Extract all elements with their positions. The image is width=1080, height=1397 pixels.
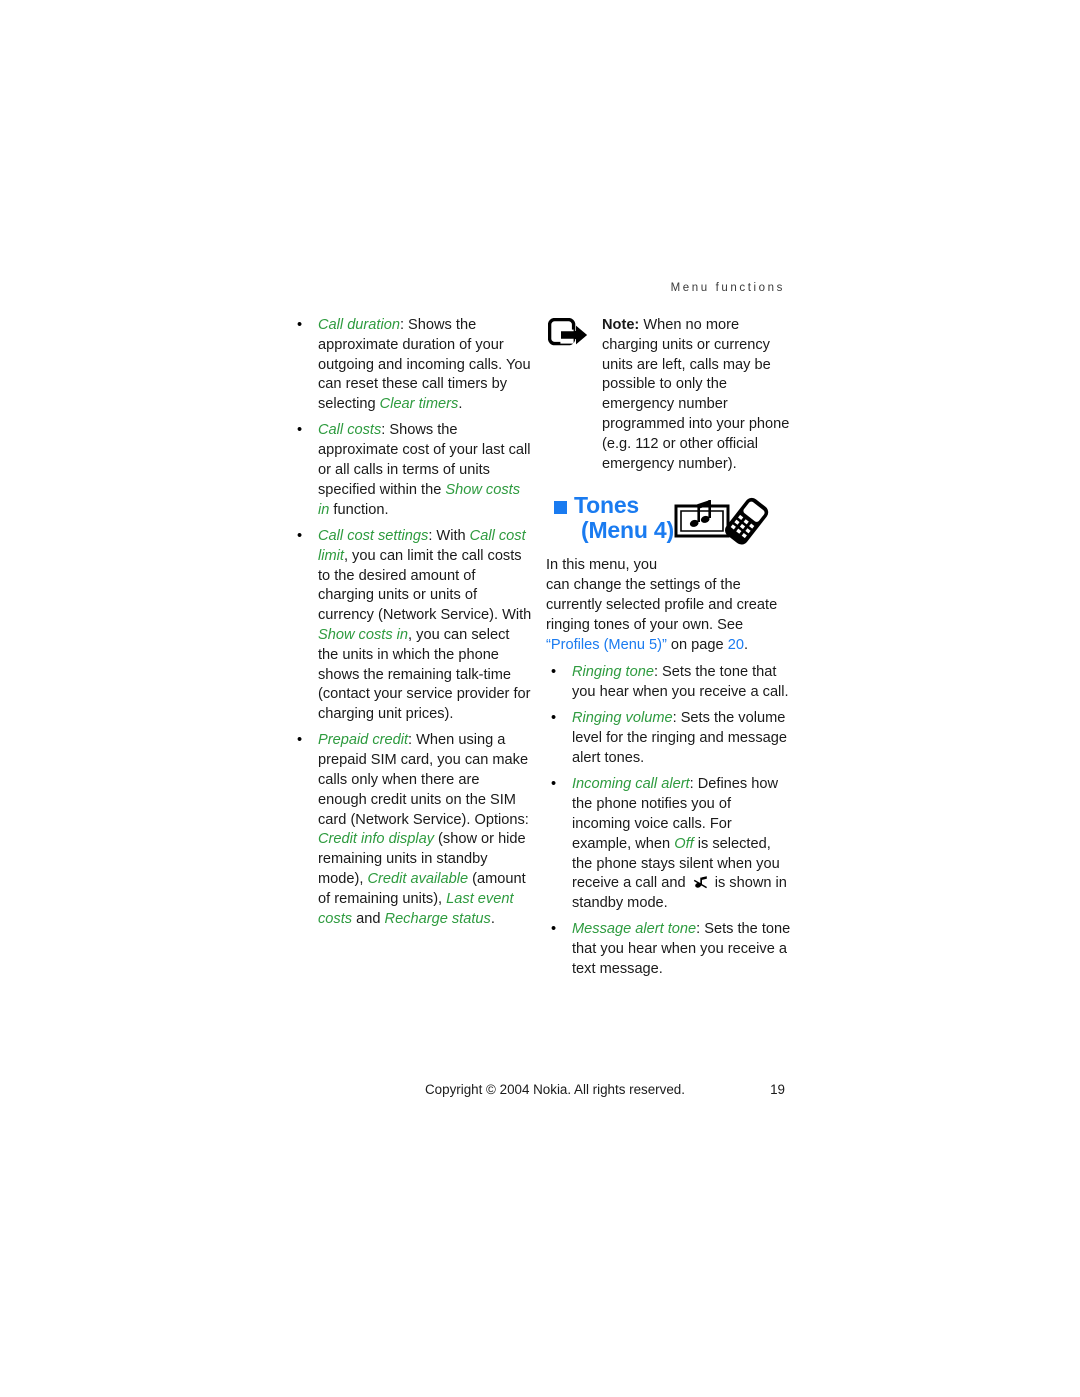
list-item-text: Call costs: Shows the approximate cost o…: [318, 422, 531, 517]
chapter-intro: In this menu, you can change the settings…: [546, 556, 791, 655]
cross-reference-link[interactable]: “Profiles (Menu 5)”: [546, 637, 667, 653]
manual-page: Menu functions • Call duration: Shows the…: [0, 0, 1080, 1397]
ui-term: Ringing tone: [572, 664, 654, 681]
body-text: .: [458, 396, 463, 413]
chapter-intro-rest: can change the settings of the currently…: [546, 577, 777, 652]
right-column: Note: When no more charging units or cur…: [546, 316, 791, 986]
list-item: • Prepaid credit: When using a prepaid SI…: [292, 731, 532, 929]
copyright-text: Copyright © 2004 Nokia. All rights reser…: [425, 1082, 685, 1097]
list-item-text: Incoming call alert: Defines how the pho…: [572, 776, 787, 911]
list-item-text: Ringing tone: Sets the tone that you hea…: [572, 664, 789, 700]
ui-term: Call duration: [318, 317, 400, 333]
chapter-bullet-square: [554, 501, 567, 515]
ui-term: Prepaid credit: [318, 732, 409, 749]
body-text: : With: [428, 527, 470, 544]
cross-reference-link[interactable]: 20: [728, 637, 744, 653]
list-item-text: Ringing volume: Sets the volume level fo…: [572, 710, 787, 766]
ui-term: Recharge status: [384, 910, 491, 927]
body-text: function.: [329, 501, 389, 518]
bullet-dot-icon: •: [551, 664, 557, 681]
ui-term: Credit available: [367, 871, 469, 888]
list-item: • Message alert tone: Sets the tone that …: [546, 920, 791, 979]
ui-term: Show costs in: [318, 626, 409, 643]
list-item-text: Message alert tone: Sets the tone that y…: [572, 921, 790, 977]
bullet-dot-icon: •: [551, 710, 557, 727]
right-bullet-list: • Ringing tone: Sets the tone that you he…: [546, 663, 791, 979]
body-text: .: [743, 636, 749, 653]
list-item: • Ringing tone: Sets the tone that you he…: [546, 663, 791, 703]
ui-term: Call costs: [318, 422, 382, 439]
music-note-phone-icon: [670, 494, 774, 548]
list-item-text: Call cost settings: With Call cost limit…: [318, 528, 531, 722]
ui-term: Incoming call alert: [572, 776, 690, 793]
note-callout: Note: When no more charging units or cur…: [546, 316, 791, 474]
note-text: Note: When no more charging units or cur…: [602, 316, 791, 474]
page-number: 19: [770, 1082, 785, 1097]
body-text: on page: [666, 636, 728, 653]
chapter-intro-first-line: In this menu, you: [546, 557, 658, 574]
ui-term: Message alert tone: [572, 921, 697, 938]
list-item: • Call cost settings: With Call cost limi…: [292, 527, 532, 725]
ui-term: Call cost settings: [318, 527, 429, 544]
chapter-menu-number: (Menu 4): [581, 517, 674, 544]
bullet-dot-icon: •: [297, 527, 303, 544]
bullet-dot-icon: •: [297, 732, 303, 749]
left-column: • Call duration: Shows the approximate du…: [292, 316, 532, 936]
note-label: Note:: [602, 317, 640, 333]
list-item-text: Call duration: Shows the approximate dur…: [318, 317, 531, 412]
body-text: .: [490, 910, 495, 927]
bullet-dot-icon: •: [551, 921, 557, 938]
bullet-dot-icon: •: [551, 776, 557, 793]
ui-term: Clear timers: [379, 396, 459, 413]
page-footer: Copyright © 2004 Nokia. All rights reser…: [280, 1082, 785, 1102]
list-item: • Call costs: Shows the approximate cost …: [292, 421, 532, 520]
note-body: When no more charging units or currency …: [602, 317, 790, 472]
ui-term: Credit info display: [318, 831, 434, 848]
list-item: • Incoming call alert: Defines how the ph…: [546, 775, 791, 914]
running-header: Menu functions: [670, 282, 785, 294]
list-item: • Ringing volume: Sets the volume level f…: [546, 709, 791, 768]
body-text: and: [352, 910, 385, 927]
bullet-dot-icon: •: [297, 422, 303, 439]
ui-term: Off: [674, 835, 694, 852]
note-arrow-icon: [547, 317, 592, 352]
ui-term: Ringing volume: [572, 710, 673, 727]
list-item-text: Prepaid credit: When using a prepaid SIM…: [318, 732, 529, 926]
page-title: Tones: [574, 492, 640, 519]
chapter-heading: Tones (Menu 4): [546, 492, 791, 554]
left-bullet-list: • Call duration: Shows the approximate du…: [292, 316, 532, 929]
list-item: • Call duration: Shows the approximate du…: [292, 316, 532, 415]
silent-mode-icon: [693, 876, 708, 889]
body-text: , you can limit the call costs to the de…: [318, 547, 532, 624]
bullet-dot-icon: •: [297, 317, 303, 333]
body-text: can change the settings of the currently…: [546, 577, 778, 633]
